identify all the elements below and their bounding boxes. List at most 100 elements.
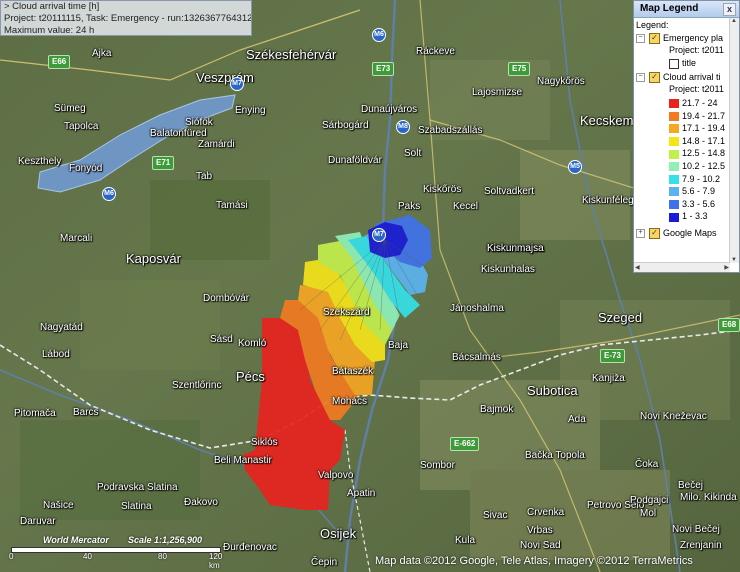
place-label: Kiskunhalas — [481, 264, 535, 275]
place-label: Osijek — [320, 526, 357, 541]
place-label: Valpovo — [318, 470, 354, 481]
legend-layer-cloud-arrival[interactable]: − ✓ Cloud arrival ti — [636, 72, 721, 84]
color-swatch — [669, 187, 679, 197]
color-swatch — [669, 111, 679, 121]
place-label: Zamárdi — [198, 139, 235, 150]
place-label: Szabadszállás — [418, 125, 483, 136]
legend-class-item: 3.3 - 5.6 — [669, 199, 715, 210]
place-label: Bačka Topola — [525, 450, 585, 461]
place-label: Daruvar — [20, 516, 56, 527]
place-label: Dombóvár — [203, 293, 250, 304]
place-label: Mohács — [332, 396, 368, 407]
empty-swatch-icon — [669, 58, 679, 69]
place-label: Lábod — [42, 349, 70, 360]
place-label: Szeged — [598, 310, 643, 325]
close-icon[interactable]: x — [723, 3, 736, 16]
place-label: Székesfehérvár — [246, 47, 337, 62]
place-label: Novi Sad — [520, 540, 561, 551]
legend-class-label: 10.2 - 12.5 — [682, 161, 726, 171]
legend-class-item: 19.4 - 21.7 — [669, 111, 725, 122]
legend-class-label: 17.1 - 19.4 — [682, 123, 726, 134]
road-shield: E73 — [372, 62, 395, 76]
legend-tree: Legend: − ✓ Emergency pla Project: t2011 t… — [634, 18, 730, 263]
place-label: Zrenjanin — [680, 540, 722, 551]
place-label: Baja — [388, 340, 409, 351]
place-label: Podgajci — [630, 495, 669, 506]
scale-tick: 120 km — [209, 552, 223, 570]
scale-bar: World Mercator Scale 1:1,256,900 0 40 80… — [3, 535, 235, 570]
checkbox-checked-icon[interactable]: ✓ — [649, 72, 660, 84]
road-shield: M8 — [396, 120, 410, 134]
place-label: Pécs — [236, 369, 265, 384]
color-swatch — [669, 162, 679, 172]
place-label: Sivac — [483, 510, 508, 521]
map-legend-panel[interactable]: Map Legend x Legend: − ✓ Emergency pla Pro… — [633, 0, 740, 273]
place-label: Tapolca — [64, 121, 99, 132]
legend-class-item: 10.2 - 12.5 — [669, 161, 725, 172]
place-label: Siklós — [251, 437, 278, 448]
legend-horizontal-scrollbar[interactable]: ◀ ▶ — [634, 262, 730, 272]
place-label: Nagyatád — [40, 322, 83, 333]
color-swatch — [669, 149, 679, 159]
place-label: Kecel — [453, 201, 479, 212]
projection-label: World Mercator — [43, 535, 109, 545]
place-label: Keszthely — [18, 156, 62, 167]
legend-layer-cloud-project: Project: t2011 — [669, 84, 724, 94]
road-shield: E-662 — [450, 437, 480, 451]
place-label: Komló — [238, 338, 267, 349]
legend-layer-google-maps[interactable]: + ✓ Google Maps — [636, 228, 717, 240]
legend-layer-emergency[interactable]: − ✓ Emergency pla — [636, 33, 723, 45]
place-label: Sombor — [420, 460, 456, 471]
legend-class-label: 7.9 - 10.2 — [682, 173, 721, 184]
place-label: Novi Bečej — [672, 524, 720, 535]
place-label: Siófok — [185, 117, 213, 128]
collapse-icon[interactable]: − — [636, 34, 645, 44]
legend-header[interactable]: Map Legend x — [634, 1, 739, 18]
info-max-value: Maximum value: 24 h — [4, 25, 95, 36]
place-label: Tamási — [216, 200, 248, 211]
checkbox-checked-icon[interactable]: ✓ — [649, 33, 660, 45]
place-label: Našice — [43, 500, 74, 511]
color-swatch — [669, 174, 679, 184]
scroll-right-arrow-icon[interactable]: ▶ — [724, 264, 729, 271]
road-shield: E71 — [152, 156, 175, 170]
layer-info-panel: > Cloud arrival time [h] Project: t20111… — [0, 0, 252, 36]
place-label: Sásd — [210, 334, 233, 345]
place-label: Kiskőrös — [423, 184, 462, 195]
place-label: Novi Kneževac — [640, 411, 707, 422]
road-shield: E66 — [48, 55, 71, 69]
place-label: Bátaszék — [332, 366, 374, 377]
place-label: Mol — [640, 508, 657, 519]
place-label: Veszprém — [196, 70, 254, 85]
road-shield: M5 — [568, 160, 582, 174]
place-label: Milo. Kikinda — [680, 492, 737, 503]
place-label: Čoka — [635, 459, 659, 470]
legend-class-item: 7.9 - 10.2 — [669, 174, 720, 185]
legend-class-item: 5.6 - 7.9 — [669, 186, 715, 197]
place-label: Subotica — [527, 383, 578, 398]
place-label: Paks — [398, 201, 421, 212]
place-label: Sárbogárd — [322, 120, 369, 131]
checkbox-checked-icon[interactable]: ✓ — [649, 228, 660, 240]
collapse-icon[interactable]: − — [636, 73, 645, 83]
scroll-down-arrow-icon[interactable]: ▼ — [731, 257, 737, 263]
place-label: Đakovo — [184, 497, 218, 508]
scroll-up-arrow-icon[interactable]: ▲ — [731, 18, 737, 24]
legend-root-label: Legend: — [636, 20, 669, 30]
place-label: Bajmok — [480, 404, 514, 415]
legend-layer-emergency-project: Project: t2011 — [669, 45, 724, 55]
info-title: > Cloud arrival time [h] — [4, 1, 100, 12]
expand-icon[interactable]: + — [636, 229, 645, 239]
scroll-left-arrow-icon[interactable]: ◀ — [635, 264, 640, 271]
legend-vertical-scrollbar[interactable]: ▲ ▼ — [729, 18, 739, 263]
color-swatch — [669, 212, 679, 222]
place-label: Kaposvár — [126, 251, 181, 266]
road-shield: M6 — [102, 187, 116, 201]
road-shield: M7 — [372, 228, 386, 242]
place-label: Podravska Slatina — [97, 482, 178, 493]
place-label: Balatonfüred — [150, 128, 207, 139]
place-label: Ada — [568, 414, 586, 425]
legend-class-label: 12.5 - 14.8 — [682, 148, 726, 159]
legend-class-label: 14.8 - 17.1 — [682, 135, 726, 146]
place-label: Dunaföldvár — [328, 155, 382, 166]
